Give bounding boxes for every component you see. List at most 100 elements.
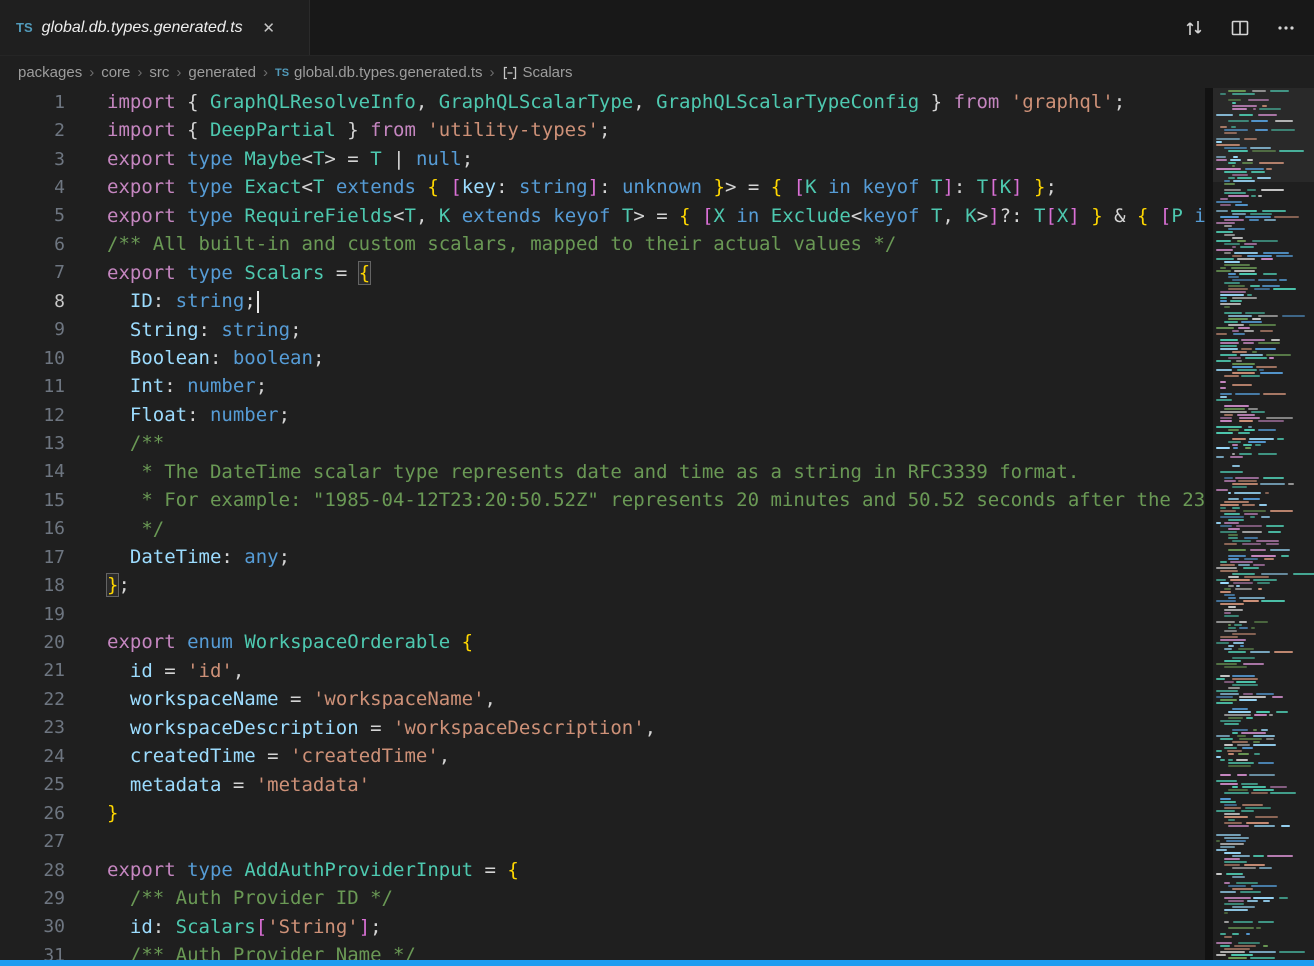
code-line[interactable]: 1import { GraphQLResolveInfo, GraphQLSca… [0,88,1205,116]
code-content: Float: number; [65,401,1205,429]
line-number[interactable]: 17 [0,547,65,568]
code-line[interactable]: 16 */ [0,515,1205,543]
breadcrumb-item-packages[interactable]: packages [18,64,82,81]
code-line[interactable]: 18}; [0,571,1205,599]
code-line[interactable]: 24 createdTime = 'createdTime', [0,742,1205,770]
status-progress-bar [0,960,1314,966]
line-number[interactable]: 1 [0,92,65,113]
code-content: String: string; [65,316,1205,344]
line-number[interactable]: 11 [0,376,65,397]
line-number[interactable]: 3 [0,149,65,170]
code-line[interactable]: 17 DateTime: any; [0,543,1205,571]
split-editor-icon [1229,17,1251,39]
line-number[interactable]: 23 [0,717,65,738]
breadcrumb-item-global-db-types-generated-ts[interactable]: TSglobal.db.types.generated.ts [275,64,483,81]
minimap[interactable] [1213,88,1314,960]
code-content: workspaceName = 'workspaceName', [65,685,1205,713]
line-number[interactable]: 7 [0,262,65,283]
code-line[interactable]: 29 /** Auth Provider ID */ [0,884,1205,912]
line-number[interactable]: 8 [0,291,65,312]
breadcrumb-separator: › [137,64,142,81]
code-line[interactable]: 13 /** [0,429,1205,457]
line-number[interactable]: 29 [0,888,65,909]
line-number[interactable]: 14 [0,461,65,482]
code-line[interactable]: 31 /** Auth Provider Name */ [0,941,1205,960]
breadcrumb-item-src[interactable]: src [149,64,169,81]
line-number[interactable]: 18 [0,575,65,596]
code-area: 1import { GraphQLResolveInfo, GraphQLSca… [0,88,1205,960]
code-line[interactable]: 23 workspaceDescription = 'workspaceDesc… [0,714,1205,742]
code-content: export type RequireFields<T, K extends k… [65,202,1205,230]
breadcrumb: packages›core›src›generated›TSglobal.db.… [0,57,1205,88]
code-line[interactable]: 14 * The DateTime scalar type represents… [0,458,1205,486]
code-line[interactable]: 12 Float: number; [0,401,1205,429]
code-line[interactable]: 10 Boolean: boolean; [0,344,1205,372]
line-number[interactable]: 12 [0,405,65,426]
line-number[interactable]: 24 [0,746,65,767]
line-number[interactable]: 15 [0,490,65,511]
line-number[interactable]: 13 [0,433,65,454]
code-content: /** Auth Provider ID */ [65,884,1205,912]
line-number[interactable]: 25 [0,774,65,795]
more-actions-button[interactable] [1268,10,1304,46]
code-content: DateTime: any; [65,543,1205,571]
code-line[interactable]: 15 * For example: "1985-04-12T23:20:50.5… [0,486,1205,514]
line-number[interactable]: 28 [0,860,65,881]
line-number[interactable]: 6 [0,234,65,255]
split-editor-button[interactable] [1222,10,1258,46]
code-line[interactable]: 27 [0,827,1205,855]
line-number[interactable]: 2 [0,120,65,141]
line-number[interactable]: 10 [0,348,65,369]
text-cursor [257,291,259,313]
code-line[interactable]: 25 metadata = 'metadata' [0,771,1205,799]
code-line[interactable]: 11 Int: number; [0,372,1205,400]
line-number[interactable]: 26 [0,803,65,824]
tab-close-icon[interactable]: ✕ [258,17,280,39]
breadcrumb-item-scalars[interactable]: Scalars [502,64,573,81]
code-content: ID: string; [65,287,1205,315]
tab-global-db-types-generated[interactable]: TS global.db.types.generated.ts ✕ [0,0,310,55]
line-number[interactable]: 9 [0,319,65,340]
code-line[interactable]: 20export enum WorkspaceOrderable { [0,628,1205,656]
code-line[interactable]: 19 [0,600,1205,628]
code-content: createdTime = 'createdTime', [65,742,1205,770]
line-number[interactable]: 27 [0,831,65,852]
line-number[interactable]: 16 [0,518,65,539]
line-number[interactable]: 19 [0,604,65,625]
breadcrumb-label: packages [18,64,82,81]
code-line[interactable]: 26} [0,799,1205,827]
line-number[interactable]: 30 [0,916,65,937]
code-line[interactable]: 9 String: string; [0,316,1205,344]
code-content: import { DeepPartial } from 'utility-typ… [65,116,1205,144]
line-number[interactable]: 21 [0,660,65,681]
code-content: } [65,799,1205,827]
code-line[interactable]: 22 workspaceName = 'workspaceName', [0,685,1205,713]
code-content: export type Maybe<T> = T | null; [65,145,1205,173]
breadcrumb-item-generated[interactable]: generated [188,64,256,81]
breadcrumb-separator: › [89,64,94,81]
code-content: /** All built-in and custom scalars, map… [65,230,1205,258]
line-number[interactable]: 22 [0,689,65,710]
code-line[interactable]: 7export type Scalars = { [0,259,1205,287]
code-line[interactable]: 28export type AddAuthProviderInput = { [0,856,1205,884]
breadcrumb-item-core[interactable]: core [101,64,130,81]
code-content: /** [65,429,1205,457]
open-changes-button[interactable] [1176,10,1212,46]
line-number[interactable]: 4 [0,177,65,198]
code-line[interactable]: 6/** All built-in and custom scalars, ma… [0,230,1205,258]
code-editor[interactable]: 1import { GraphQLResolveInfo, GraphQLSca… [0,88,1205,960]
line-number[interactable]: 31 [0,945,65,960]
line-number[interactable]: 20 [0,632,65,653]
code-line[interactable]: 3export type Maybe<T> = T | null; [0,145,1205,173]
code-content: export type Exact<T extends { [key: stri… [65,173,1205,201]
code-line[interactable]: 30 id: Scalars['String']; [0,913,1205,941]
line-number[interactable]: 5 [0,205,65,226]
code-line[interactable]: 4export type Exact<T extends { [key: str… [0,173,1205,201]
code-line[interactable]: 21 id = 'id', [0,657,1205,685]
code-line[interactable]: 8 ID: string; [0,287,1205,315]
code-line[interactable]: 5export type RequireFields<T, K extends … [0,202,1205,230]
code-line[interactable]: 2import { DeepPartial } from 'utility-ty… [0,116,1205,144]
scrollbar-track[interactable] [1205,88,1213,960]
code-content: workspaceDescription = 'workspaceDescrip… [65,714,1205,742]
code-content: /** Auth Provider Name */ [65,941,1205,960]
